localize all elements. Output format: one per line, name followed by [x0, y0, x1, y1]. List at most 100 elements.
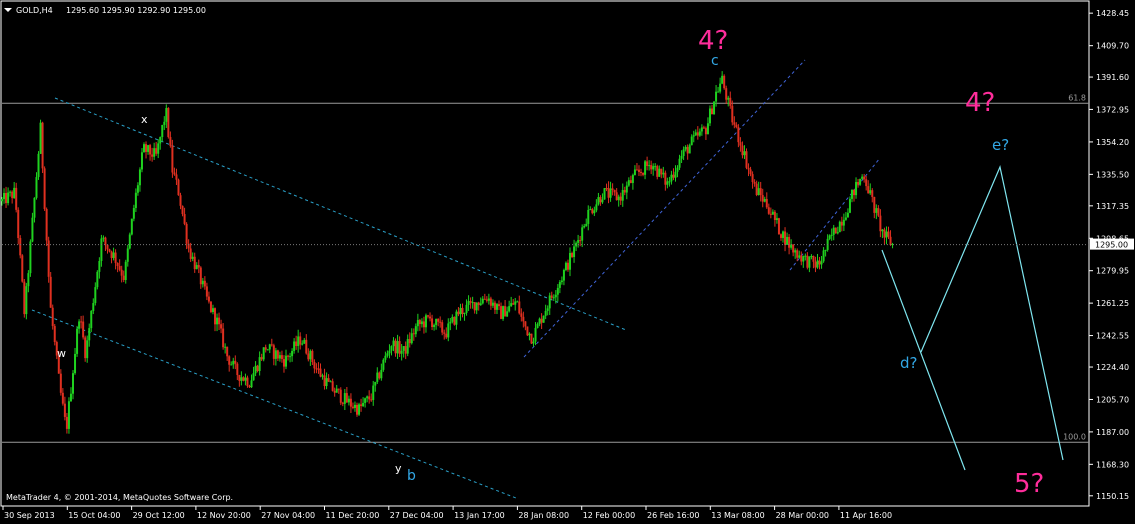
candle-body [749, 169, 752, 175]
candle-body [72, 373, 75, 394]
candle-body [788, 236, 791, 248]
candle-body [31, 217, 34, 242]
candle-body [408, 339, 411, 344]
candle-body [443, 332, 446, 334]
candle-body [861, 176, 864, 179]
y-tick-label: 1242.55 [1096, 332, 1129, 341]
candle-body [508, 306, 511, 312]
candle-body [786, 236, 789, 245]
y-tick-label: 1205.70 [1096, 395, 1129, 404]
candle-body [78, 321, 81, 329]
candle-body [45, 208, 48, 241]
candle-body [396, 341, 399, 354]
candle-body [416, 320, 419, 327]
candle-body [597, 197, 600, 205]
candle-body [175, 174, 178, 180]
candle-body [234, 360, 237, 364]
candle-body [358, 404, 361, 415]
candle-body [240, 377, 243, 381]
y-tick-label: 1409.70 [1096, 42, 1129, 51]
x-tick-label: 27 Dec 04:00 [390, 511, 444, 520]
candle-body [498, 304, 501, 307]
candle-body [319, 368, 322, 377]
candle-body [236, 363, 239, 376]
candle-body [364, 398, 367, 403]
candle-body [13, 187, 16, 199]
candle-body [270, 344, 273, 346]
candle-body [767, 207, 770, 214]
candle-body [171, 145, 174, 173]
candle-body [850, 189, 853, 199]
candle-body [830, 234, 833, 236]
candle-body [59, 373, 62, 393]
candle-body [481, 298, 484, 304]
candle-body [260, 357, 263, 360]
candle-body [353, 404, 356, 408]
candle-body [485, 299, 488, 301]
candle-body [19, 238, 22, 256]
candle-body [439, 321, 442, 323]
candle-body [595, 204, 598, 211]
candle-body [203, 280, 206, 287]
candle-body [879, 215, 882, 232]
candle-body [708, 108, 711, 124]
candle-body [711, 108, 714, 114]
candle-body [218, 317, 221, 325]
candle-body [305, 339, 308, 354]
candle-body [282, 359, 285, 367]
candle-body [90, 310, 93, 329]
candle-body [112, 252, 115, 258]
candle-body [648, 165, 651, 167]
candle-body [47, 240, 50, 277]
candle-body [289, 356, 292, 358]
candle-body [773, 211, 776, 221]
candle-body [84, 337, 87, 359]
candle-body [199, 267, 202, 285]
y-tick-label: 1279.95 [1096, 267, 1129, 276]
candle-body [380, 369, 383, 379]
candle-body [859, 178, 862, 185]
candle-body [461, 307, 464, 315]
candle-body [246, 377, 249, 387]
candle-body [410, 333, 413, 344]
candle-body [566, 262, 569, 270]
candle-body [173, 172, 176, 175]
candle-body [739, 142, 742, 146]
x-tick-label: 11 Dec 20:00 [326, 511, 380, 520]
price-chart[interactable]: 61.8 100.0 w x y b c 4? 4? 5? d? e? 1428… [0, 0, 1135, 524]
x-tick-label: 13 Mar 08:00 [711, 511, 764, 520]
candle-body [792, 244, 795, 253]
candle-body [183, 214, 186, 224]
candle-body [39, 122, 42, 154]
candle-body [753, 182, 756, 184]
candle-body [583, 225, 586, 228]
candle-body [698, 131, 701, 136]
candle-body [546, 308, 549, 311]
candle-body [214, 308, 217, 325]
candle-body [351, 406, 354, 408]
candle-body [445, 333, 448, 338]
candle-body [473, 302, 476, 311]
candle-body [228, 356, 231, 365]
candle-body [285, 355, 288, 367]
x-tick-label: 26 Feb 16:00 [647, 511, 699, 520]
candle-body [370, 399, 373, 401]
candle-body [504, 306, 507, 317]
y-tick-label: 1317.35 [1096, 202, 1129, 211]
candle-body [534, 327, 537, 342]
candle-body [719, 83, 722, 92]
candle-body [329, 381, 332, 383]
candle-body [402, 346, 405, 351]
candle-body [120, 269, 123, 276]
candle-body [132, 207, 135, 219]
candle-body [544, 310, 547, 316]
candle-body [564, 262, 567, 270]
candle-body [295, 341, 298, 347]
y-tick-label: 1261.25 [1096, 299, 1129, 308]
candle-body [540, 318, 543, 323]
candle-body [211, 308, 214, 313]
candle-body [516, 301, 519, 303]
candle-body [398, 341, 401, 354]
candle-body [846, 212, 849, 218]
candle-body [727, 97, 730, 100]
